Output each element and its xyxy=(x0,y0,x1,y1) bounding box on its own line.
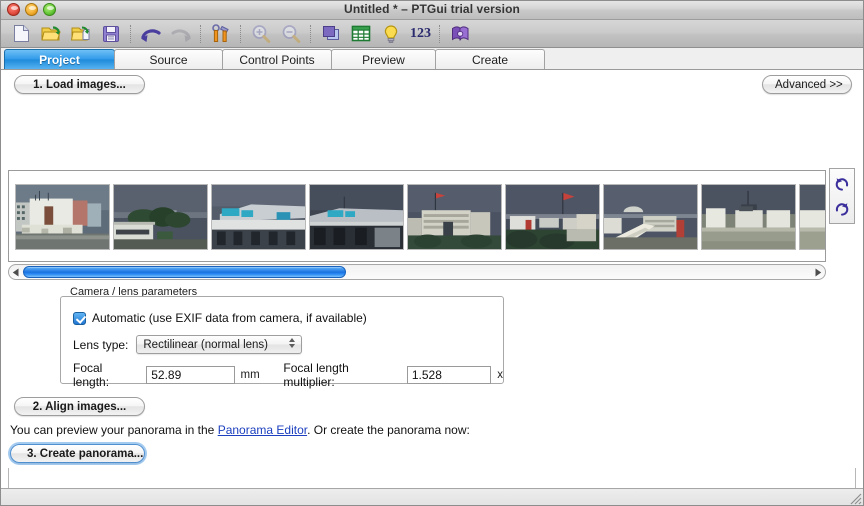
focal-length-input[interactable]: 52.89 xyxy=(146,366,235,384)
tab-source-images[interactable]: Source Images xyxy=(114,49,223,87)
create-panorama-button[interactable]: 3. Create panorama... xyxy=(10,444,145,463)
focal-length-multiplier-input[interactable]: 1.528 xyxy=(406,366,492,384)
thumbnail-8[interactable] xyxy=(701,184,796,250)
main-tab-bar: Project Assistant Source Images Control … xyxy=(0,48,864,87)
scroll-right-arrow-icon[interactable] xyxy=(811,265,825,279)
toolbar-separator xyxy=(310,24,312,43)
thumbnail-7[interactable] xyxy=(603,184,698,250)
window-title: Untitled * – PTGui trial version xyxy=(344,2,520,16)
scroll-left-arrow-icon[interactable] xyxy=(9,265,23,279)
advanced-button[interactable]: Advanced >> xyxy=(762,75,852,94)
hint-prefix: You can preview your panorama in the xyxy=(10,423,218,437)
toolbar-separator xyxy=(130,24,132,43)
automatic-exif-label: Automatic (use EXIF data from camera, if… xyxy=(92,311,367,325)
tab-preview[interactable]: Preview xyxy=(331,49,436,69)
lens-type-value: Rectilinear (normal lens) xyxy=(143,338,268,351)
thumbnail-5[interactable] xyxy=(407,184,502,250)
panorama-editor-link[interactable]: Panorama Editor xyxy=(218,423,307,437)
thumbnail-6[interactable] xyxy=(505,184,600,250)
resize-grip-icon[interactable] xyxy=(848,491,862,505)
toolbar-separator xyxy=(439,24,441,43)
thumbnail-3[interactable] xyxy=(211,184,306,250)
lens-type-label: Lens type: xyxy=(73,337,129,352)
grid-icon[interactable] xyxy=(346,21,376,47)
automatic-exif-checkbox[interactable] xyxy=(73,311,86,325)
load-images-button[interactable]: 1. Load images... xyxy=(14,75,145,94)
focal-length-multiplier-label: Focal length multiplier: xyxy=(283,361,349,389)
redo-icon[interactable] xyxy=(166,21,196,47)
rotate-clockwise-icon[interactable] xyxy=(831,197,853,221)
open-project-icon[interactable] xyxy=(36,21,66,47)
zoom-in-icon[interactable] xyxy=(246,21,276,47)
new-project-icon[interactable] xyxy=(6,21,36,47)
open-template-icon[interactable] xyxy=(66,21,96,47)
thumbnail-2[interactable] xyxy=(113,184,208,250)
toolbar-separator xyxy=(200,24,202,43)
thumbnail-scrollbar[interactable] xyxy=(8,264,826,280)
status-bar xyxy=(0,488,864,506)
help-book-icon[interactable] xyxy=(445,21,475,47)
project-assistant-panel: 1. Load images... Advanced >> Camera / l… xyxy=(0,70,864,506)
scrollbar-track[interactable] xyxy=(23,266,811,278)
zoom-out-icon[interactable] xyxy=(276,21,306,47)
stepper-arrows-icon xyxy=(289,338,296,348)
toolbar-separator xyxy=(240,24,242,43)
tools-icon[interactable] xyxy=(206,21,236,47)
panorama-editor-hint: You can preview your panorama in the Pan… xyxy=(10,423,470,437)
scrollbar-thumb[interactable] xyxy=(23,266,347,278)
align-images-button[interactable]: 2. Align images... xyxy=(14,397,145,416)
automatic-exif-row: Automatic (use EXIF data from camera, if… xyxy=(73,311,367,325)
rotate-counterclockwise-icon[interactable] xyxy=(831,172,853,196)
focal-length-unit: mm xyxy=(240,369,260,381)
lens-type-row: Lens type: Rectilinear (normal lens) xyxy=(73,335,303,354)
rotate-button-group xyxy=(829,168,855,224)
undo-icon[interactable] xyxy=(136,21,166,47)
tab-control-points[interactable]: Control Points xyxy=(222,49,332,69)
thumbnail-4[interactable] xyxy=(309,184,404,250)
hint-suffix: . Or create the panorama now: xyxy=(307,423,470,437)
focal-length-label: Focal length: xyxy=(73,361,110,389)
title-bar: Untitled * – PTGui trial version xyxy=(0,0,864,20)
thumbnail-1[interactable] xyxy=(15,184,110,250)
thumbnail-strip xyxy=(15,184,825,250)
assistant-top-row: 1. Load images... Advanced >> xyxy=(0,70,864,98)
tab-project-assistant[interactable]: Project Assistant xyxy=(4,49,115,87)
ptgui-main-window: Untitled * – PTGui trial version 123 Pro… xyxy=(0,0,864,506)
camera-lens-parameters-group: Automatic (use EXIF data from camera, if… xyxy=(60,296,504,389)
thumbnail-strip-container xyxy=(8,170,826,262)
overlap-icon[interactable] xyxy=(316,21,346,47)
focal-length-multiplier-unit: x xyxy=(497,369,503,381)
thumbnail-9[interactable] xyxy=(799,184,825,250)
save-project-icon[interactable] xyxy=(96,21,126,47)
main-toolbar: 123 xyxy=(0,20,864,48)
numbers-icon[interactable]: 123 xyxy=(406,26,435,42)
lightbulb-icon[interactable] xyxy=(376,21,406,47)
lens-type-select[interactable]: Rectilinear (normal lens) xyxy=(136,335,303,354)
tab-create-panorama[interactable]: Create Panorama xyxy=(435,49,545,87)
focal-length-row: Focal length: 52.89 mm Focal length mult… xyxy=(73,361,503,389)
